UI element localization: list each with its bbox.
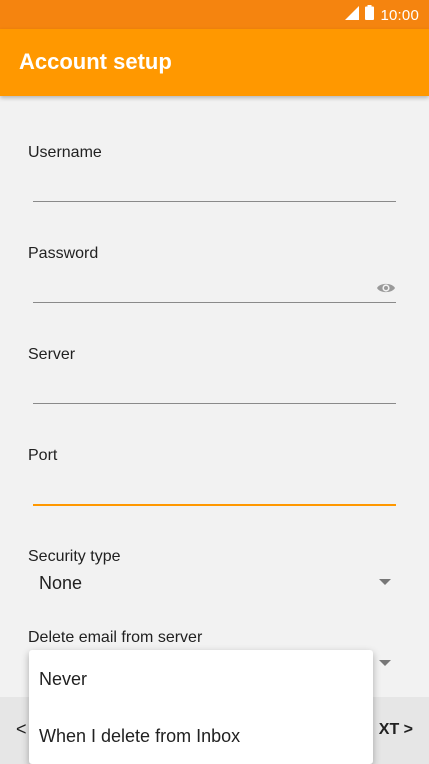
username-underline	[33, 201, 396, 202]
delete-email-label: Delete email from server	[28, 629, 203, 646]
chevron-down-icon[interactable]	[379, 579, 391, 585]
show-password-icon[interactable]	[376, 280, 396, 296]
menu-item-never[interactable]: Never	[39, 669, 87, 690]
app-bar: Account setup	[0, 29, 429, 96]
back-button[interactable]: <	[16, 719, 27, 740]
security-type-select[interactable]: None	[39, 573, 82, 594]
chevron-down-icon[interactable]	[379, 660, 391, 666]
username-field[interactable]	[33, 172, 373, 200]
server-underline	[33, 403, 396, 404]
server-label: Server	[28, 346, 76, 363]
server-field[interactable]	[33, 374, 373, 402]
battery-icon	[365, 5, 375, 25]
password-field[interactable]	[33, 273, 373, 301]
status-icons: 10:00	[345, 5, 419, 25]
port-field[interactable]	[33, 475, 373, 503]
page-title: Account setup	[19, 49, 172, 74]
status-bar: 10:00	[0, 0, 429, 29]
port-label: Port	[28, 447, 58, 464]
signal-icon	[345, 5, 360, 25]
username-label: Username	[28, 144, 102, 161]
password-label: Password	[28, 245, 99, 262]
next-button[interactable]: XT >	[379, 721, 413, 739]
status-time: 10:00	[380, 6, 419, 24]
menu-item-when-deleted-from-inbox[interactable]: When I delete from Inbox	[39, 726, 240, 747]
password-underline	[33, 302, 396, 303]
security-type-label: Security type	[28, 548, 121, 565]
port-underline	[33, 504, 396, 506]
delete-email-options-menu: Never When I delete from Inbox	[29, 650, 373, 764]
